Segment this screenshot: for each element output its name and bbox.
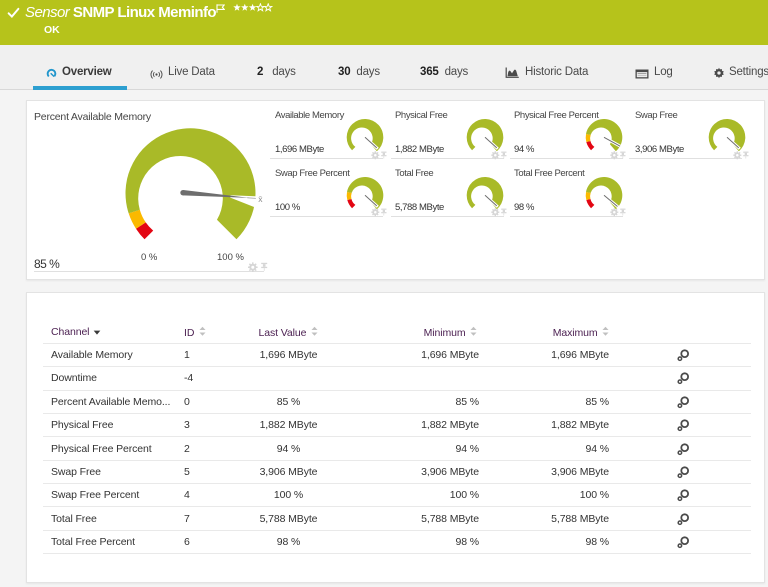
- svg-text:x̄: x̄: [258, 194, 263, 204]
